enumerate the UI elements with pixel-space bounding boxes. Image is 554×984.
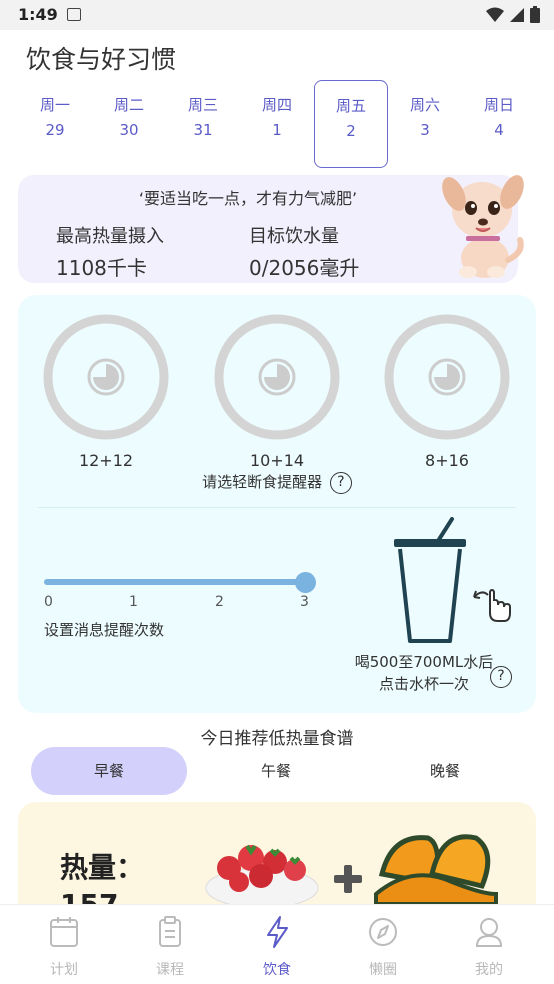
day-name: 周一	[39, 96, 70, 114]
day-tue[interactable]: 周二 30	[92, 80, 166, 168]
day-name: 周日	[483, 96, 514, 114]
lightning-icon	[267, 916, 288, 948]
fasting-reminder-prompt: 请选轻断食提醒器 ?	[18, 471, 536, 494]
water-hint-line: 喝500至700ML水后	[354, 653, 494, 671]
tap-hand-icon	[473, 588, 511, 622]
calorie-limit-label: 最高热量摄入	[56, 226, 164, 247]
clipboard-icon	[159, 916, 181, 947]
nav-label: 饮食	[263, 962, 291, 978]
day-name: 周三	[187, 96, 218, 114]
calendar-icon	[50, 917, 78, 947]
status-bar: 1:49	[0, 0, 554, 30]
status-icons	[486, 6, 540, 23]
recipe-section-title: 今日推荐低热量食谱	[200, 729, 354, 749]
nav-courses[interactable]: 课程	[115, 905, 225, 984]
day-date: 4	[494, 121, 504, 139]
week-selector: 周一 29 周二 30 周三 31 周四 1 周五 2 周六 3 周日 4	[18, 80, 536, 168]
calorie-value: 157	[60, 888, 118, 904]
notification-icon	[67, 8, 81, 21]
divider	[38, 507, 516, 508]
help-icon[interactable]: ?	[329, 471, 352, 494]
day-date: 3	[420, 121, 430, 139]
day-date: 30	[119, 121, 139, 139]
slider-tick: 3	[300, 594, 309, 610]
fasting-option-label: 10+14	[249, 451, 305, 470]
bottom-nav: 计划 课程 饮食 懒圈 我的	[0, 904, 554, 984]
fasting-ring-10-14[interactable]	[213, 313, 341, 441]
day-name: 周二	[113, 96, 144, 114]
person-icon	[475, 918, 503, 947]
nav-plan[interactable]: 计划	[9, 905, 119, 984]
water-hint-line: 点击水杯一次	[378, 675, 469, 693]
nav-label: 懒圈	[369, 962, 397, 978]
help-icon[interactable]: ?	[490, 666, 512, 688]
slider-tick: 0	[44, 594, 53, 610]
day-date: 2	[346, 122, 356, 140]
puppy-mascot-icon	[442, 175, 524, 278]
day-name: 周四	[261, 96, 292, 114]
fasting-reminder-label: 请选轻断食提醒器	[202, 473, 323, 491]
day-sun[interactable]: 周日 4	[462, 80, 536, 168]
water-cup-button[interactable]	[390, 517, 470, 647]
day-date: 1	[272, 121, 282, 139]
page-title: 饮食与好习惯	[26, 45, 177, 74]
day-thu[interactable]: 周四 1	[240, 80, 314, 168]
day-date: 31	[193, 121, 213, 139]
strawberry-bowl-image	[205, 844, 319, 904]
fasting-water-card: 12+12 10+14 8+16 请选轻断食提醒器 ? 0 1 2 3 设置消息…	[18, 295, 536, 713]
fasting-ring-12-12[interactable]	[42, 313, 170, 441]
signal-icon	[510, 7, 524, 22]
clock-icon	[258, 358, 296, 396]
fasting-option-label: 8+16	[425, 451, 469, 470]
nav-circle[interactable]: 懒圈	[328, 905, 438, 984]
day-name: 周五	[335, 97, 366, 115]
day-wed[interactable]: 周三 31	[166, 80, 240, 168]
battery-icon	[530, 6, 540, 23]
wifi-icon	[486, 7, 504, 22]
calorie-label: 热量：	[60, 851, 145, 884]
slider-tick: 2	[215, 594, 224, 610]
day-date: 29	[45, 121, 65, 139]
compass-icon	[369, 918, 397, 946]
slider-tick: 1	[129, 594, 138, 610]
pumpkin-image	[374, 834, 498, 904]
day-sat[interactable]: 周六 3	[388, 80, 462, 168]
nav-mine[interactable]: 我的	[434, 905, 544, 984]
nav-diet[interactable]: 饮食	[222, 905, 332, 984]
day-name: 周六	[409, 96, 440, 114]
nav-label: 课程	[156, 962, 184, 978]
water-goal-label: 目标饮水量	[249, 226, 339, 247]
day-mon[interactable]: 周一 29	[18, 80, 92, 168]
reminder-count-slider[interactable]	[44, 579, 308, 585]
fasting-option-label: 12+12	[78, 451, 134, 470]
water-hint: 喝500至700ML水后 点击水杯一次	[334, 651, 514, 695]
day-fri[interactable]: 周五 2	[314, 80, 388, 168]
nav-label: 计划	[50, 962, 78, 978]
clock-icon	[428, 358, 466, 396]
plus-icon	[334, 865, 362, 893]
tab-breakfast[interactable]: 早餐	[31, 747, 187, 795]
tab-dinner[interactable]: 晚餐	[367, 747, 523, 795]
nav-label: 我的	[475, 962, 503, 978]
recipe-card[interactable]: 热量： 157	[18, 802, 536, 904]
water-goal-value: 0/2056毫升	[249, 256, 360, 280]
fasting-ring-8-16[interactable]	[383, 313, 511, 441]
calorie-limit-value: 1108千卡	[56, 256, 147, 280]
reminder-count-label: 设置消息提醒次数	[44, 621, 165, 639]
clock-icon	[87, 358, 125, 396]
status-time: 1:49	[18, 5, 58, 24]
tab-lunch[interactable]: 午餐	[198, 747, 354, 795]
motivation-quote: ‘要适当吃一点，才有力气减肥’	[138, 189, 358, 208]
slider-thumb[interactable]	[295, 572, 316, 593]
